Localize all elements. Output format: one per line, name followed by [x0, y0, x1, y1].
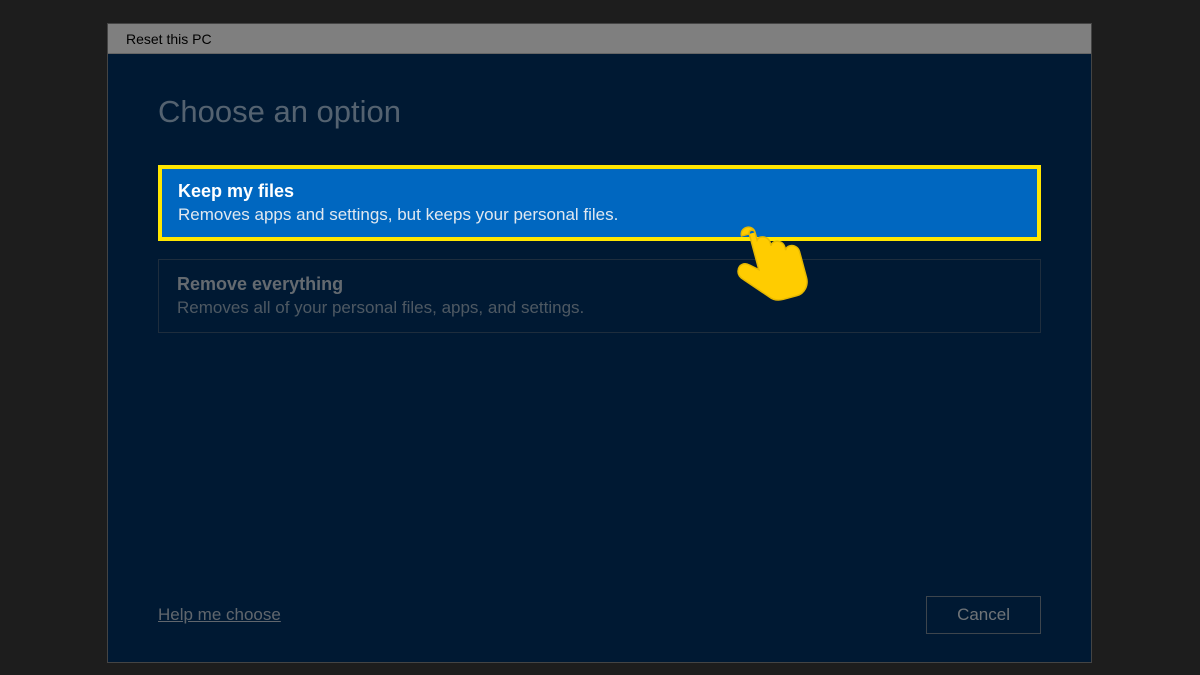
- dialog-heading: Choose an option: [158, 94, 1041, 130]
- dialog-body: Choose an option Keep my files Removes a…: [108, 54, 1091, 662]
- cancel-button[interactable]: Cancel: [926, 596, 1041, 634]
- option-keep-files[interactable]: Keep my files Removes apps and settings,…: [158, 165, 1041, 241]
- dialog-title-bar: Reset this PC: [108, 24, 1091, 54]
- reset-pc-dialog: Reset this PC Choose an option Keep my f…: [107, 23, 1092, 663]
- option-title: Remove everything: [177, 274, 1022, 295]
- dialog-footer: Help me choose Cancel: [158, 596, 1041, 634]
- option-description: Removes all of your personal files, apps…: [177, 298, 1022, 318]
- help-link[interactable]: Help me choose: [158, 605, 281, 625]
- dialog-title: Reset this PC: [126, 31, 212, 47]
- option-remove-everything[interactable]: Remove everything Removes all of your pe…: [158, 259, 1041, 333]
- option-description: Removes apps and settings, but keeps you…: [178, 205, 1021, 225]
- option-title: Keep my files: [178, 181, 1021, 202]
